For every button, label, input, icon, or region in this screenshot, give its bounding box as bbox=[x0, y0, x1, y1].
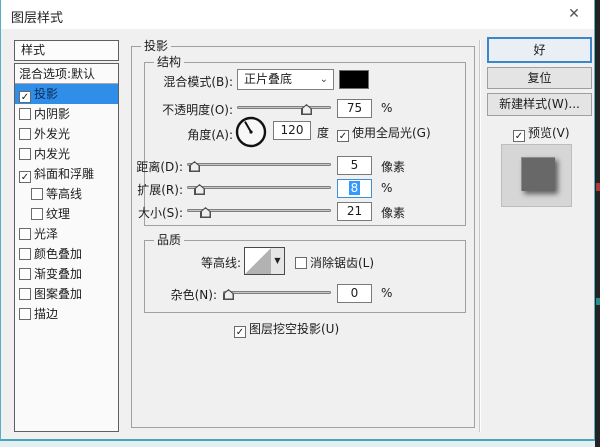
spread-slider[interactable] bbox=[187, 181, 331, 195]
spread-input-selected-text: 8 bbox=[349, 181, 361, 195]
style-preview-thumbnail bbox=[501, 144, 572, 207]
new-style-button[interactable]: 新建样式(W)... bbox=[487, 93, 592, 116]
noise-input[interactable]: 0 bbox=[337, 284, 372, 303]
size-label: 大小(S): bbox=[101, 204, 183, 221]
checkbox-contour[interactable] bbox=[31, 188, 43, 200]
list-item-outer-glow[interactable]: 外发光 bbox=[15, 124, 118, 144]
ok-button[interactable]: 好 bbox=[487, 37, 592, 63]
checkbox-outer-glow[interactable] bbox=[19, 128, 31, 140]
anti-alias-row: 消除锯齿(L) bbox=[295, 254, 374, 271]
noise-slider-track[interactable] bbox=[223, 291, 331, 294]
dialog-title: 图层样式 bbox=[11, 7, 63, 26]
drop-shadow-group-title: 投影 bbox=[141, 39, 171, 53]
panel-separator bbox=[479, 40, 481, 432]
preview-checkbox[interactable]: ✓ bbox=[513, 130, 525, 142]
titlebar[interactable]: 图层样式 ✕ bbox=[1, 0, 594, 29]
angle-unit: 度 bbox=[317, 124, 329, 141]
global-light-checkbox[interactable]: ✓ bbox=[337, 130, 349, 142]
screenshot-stage: 图层样式 ✕ 样式 混合选项:默认 ✓投影 内阴影 外发光 内发光 ✓斜面和浮雕 bbox=[0, 0, 600, 447]
angle-input[interactable]: 120 bbox=[273, 121, 311, 140]
angle-label: 角度(A): bbox=[149, 126, 233, 143]
list-item-drop-shadow[interactable]: ✓投影 bbox=[15, 84, 118, 104]
blend-mode-label: 混合模式(B): bbox=[149, 73, 233, 90]
list-item-gradient-overlay[interactable]: 渐变叠加 bbox=[15, 264, 118, 284]
close-icon[interactable]: ✕ bbox=[562, 4, 586, 24]
spread-unit: % bbox=[381, 181, 392, 195]
checkbox-color-overlay[interactable] bbox=[19, 248, 31, 260]
size-input[interactable]: 21 bbox=[337, 202, 372, 221]
opacity-label: 不透明度(O): bbox=[149, 101, 233, 118]
list-item-blending-options[interactable]: 混合选项:默认 bbox=[15, 64, 118, 84]
styles-list: 混合选项:默认 ✓投影 内阴影 外发光 内发光 ✓斜面和浮雕 等高线 纹理 bbox=[14, 63, 119, 432]
preview-row: ✓预览(V) bbox=[513, 124, 570, 142]
noise-slider[interactable] bbox=[223, 286, 331, 300]
background-sliver-teal bbox=[596, 298, 600, 305]
background-sliver-red bbox=[596, 183, 600, 191]
layer-style-dialog: 图层样式 ✕ 样式 混合选项:默认 ✓投影 内阴影 外发光 内发光 ✓斜面和浮雕 bbox=[0, 0, 595, 441]
checkbox-inner-shadow[interactable] bbox=[19, 108, 31, 120]
quality-group-title: 品质 bbox=[154, 233, 184, 247]
list-item-pattern-overlay[interactable]: 图案叠加 bbox=[15, 284, 118, 304]
distance-label: 距离(D): bbox=[101, 158, 183, 175]
distance-input[interactable]: 5 bbox=[337, 156, 372, 175]
opacity-slider-track[interactable] bbox=[237, 106, 331, 109]
dialog-bottom-strip bbox=[0, 441, 595, 447]
list-item-color-overlay[interactable]: 颜色叠加 bbox=[15, 244, 118, 264]
contour-label: 等高线: bbox=[161, 254, 241, 271]
shadow-color-swatch[interactable] bbox=[339, 70, 369, 89]
global-light-row: ✓使用全局光(G) bbox=[337, 124, 431, 142]
blend-mode-select[interactable]: 正片叠底 ⌄ bbox=[237, 69, 334, 90]
checkbox-stroke[interactable] bbox=[19, 308, 31, 320]
checkbox-inner-glow[interactable] bbox=[19, 148, 31, 160]
blend-mode-value: 正片叠底 bbox=[244, 72, 292, 86]
anti-alias-label: 消除锯齿(L) bbox=[310, 256, 374, 270]
size-unit: 像素 bbox=[381, 204, 405, 221]
angle-dial-icon bbox=[234, 115, 268, 149]
preview-label: 预览(V) bbox=[528, 126, 570, 140]
checkbox-drop-shadow[interactable]: ✓ bbox=[19, 91, 31, 103]
checkbox-texture[interactable] bbox=[31, 208, 43, 220]
noise-label: 杂色(N): bbox=[135, 286, 217, 303]
checkbox-gradient-overlay[interactable] bbox=[19, 268, 31, 280]
checkbox-satin[interactable] bbox=[19, 228, 31, 240]
spread-input[interactable]: 8 bbox=[337, 179, 372, 198]
opacity-slider[interactable] bbox=[237, 101, 331, 115]
style-preview-square bbox=[521, 157, 555, 191]
angle-dial[interactable] bbox=[234, 115, 268, 149]
distance-unit: 像素 bbox=[381, 158, 405, 175]
chevron-down-icon: ⌄ bbox=[320, 70, 328, 89]
structure-group-title: 结构 bbox=[154, 55, 184, 69]
checkbox-bevel-emboss[interactable]: ✓ bbox=[19, 171, 31, 183]
distance-slider-track[interactable] bbox=[187, 163, 331, 166]
distance-slider[interactable] bbox=[187, 158, 331, 172]
knockout-row: ✓图层挖空投影(U) bbox=[234, 320, 339, 338]
spread-slider-track[interactable] bbox=[187, 186, 331, 189]
list-item-inner-shadow[interactable]: 内阴影 bbox=[15, 104, 118, 124]
contour-dropdown-arrow-icon[interactable]: ▼ bbox=[271, 247, 285, 275]
contour-thumbnail[interactable] bbox=[244, 247, 272, 275]
list-item-stroke[interactable]: 描边 bbox=[15, 304, 118, 324]
noise-unit: % bbox=[381, 286, 392, 300]
global-light-label: 使用全局光(G) bbox=[352, 126, 431, 140]
spread-label: 扩展(R): bbox=[101, 181, 183, 198]
checkbox-pattern-overlay[interactable] bbox=[19, 288, 31, 300]
knockout-label: 图层挖空投影(U) bbox=[249, 322, 339, 336]
knockout-checkbox[interactable]: ✓ bbox=[234, 326, 246, 338]
styles-list-header: 样式 bbox=[14, 40, 119, 61]
opacity-input[interactable]: 75 bbox=[337, 99, 372, 118]
opacity-unit: % bbox=[381, 101, 392, 115]
anti-alias-checkbox[interactable] bbox=[295, 257, 307, 269]
size-slider[interactable] bbox=[187, 204, 331, 218]
list-item-satin[interactable]: 光泽 bbox=[15, 224, 118, 244]
reset-button[interactable]: 复位 bbox=[487, 67, 592, 89]
